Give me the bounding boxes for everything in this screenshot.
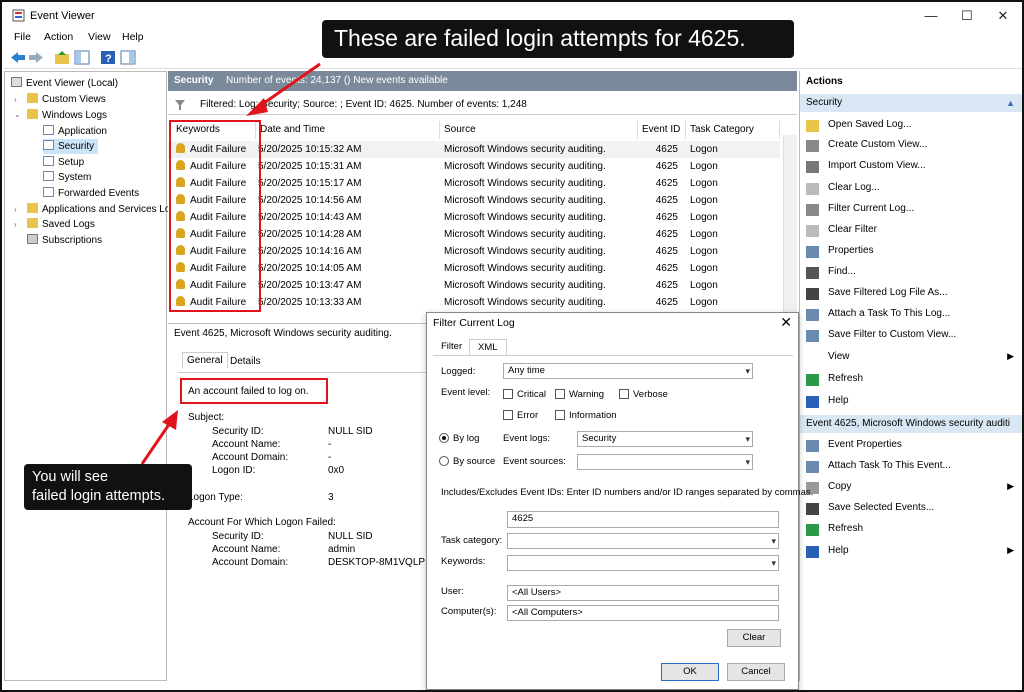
left-callout: You will see failed login attempts. (24, 464, 192, 510)
left-arrow-line (140, 419, 174, 465)
left-arrow-head (162, 410, 178, 430)
top-arrow-head (246, 98, 268, 116)
top-callout: These are failed login attempts for 4625… (322, 20, 794, 58)
left-callout-line1: You will see (32, 469, 109, 485)
left-callout-line2: failed login attempts. (32, 488, 165, 504)
annotation-arrows (140, 62, 321, 465)
event-viewer-window: Event Viewer — ☐ ✕ File Action View Help… (0, 0, 1024, 692)
